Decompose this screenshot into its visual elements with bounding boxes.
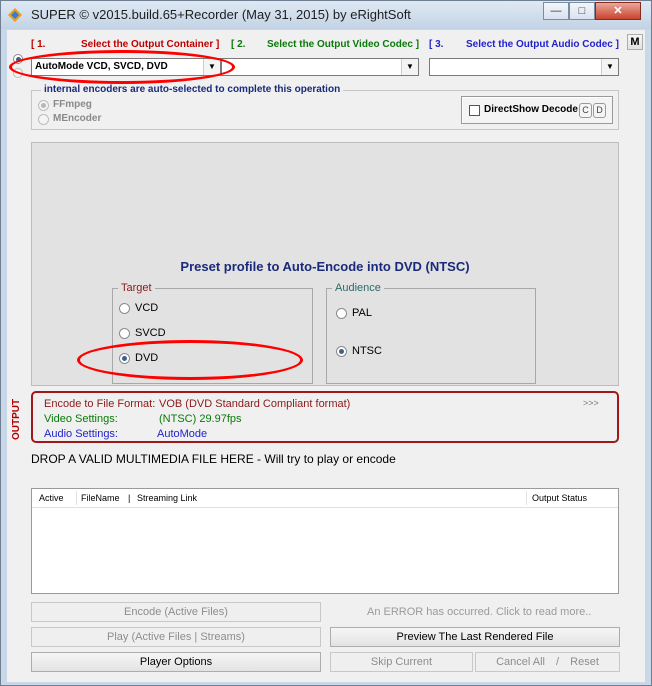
video-settings-value: (NTSC) 29.97fps: [159, 413, 242, 425]
ntsc-label: NTSC: [352, 345, 382, 357]
col-streaming-link[interactable]: Streaming Link: [137, 489, 197, 507]
window-title: SUPER © v2015.build.65+Recorder (May 31,…: [31, 7, 411, 22]
close-button[interactable]: ✕: [595, 2, 641, 20]
drop-hint: DROP A VALID MULTIMEDIA FILE HERE - Will…: [31, 452, 396, 466]
more-indicator[interactable]: >>>: [583, 398, 599, 408]
cancel-reset-button[interactable]: Cancel All / Reset: [475, 652, 620, 672]
directshow-panel: DirectShow Decode C D: [461, 96, 613, 124]
chevron-down-icon[interactable]: ▼: [601, 59, 618, 75]
audience-legend: Audience: [332, 282, 384, 294]
svcd-radio[interactable]: [119, 328, 130, 339]
pal-label: PAL: [352, 307, 372, 319]
step1-number: [ 1.: [31, 39, 46, 50]
cancel-reset-separator: /: [556, 656, 560, 668]
mencoder-label: MEncoder: [53, 113, 102, 124]
step3-label: Select the Output Audio Codec ]: [466, 39, 619, 50]
format-key: Encode to File Format:: [44, 398, 156, 410]
step2-label: Select the Output Video Codec ]: [267, 39, 420, 50]
title-bar[interactable]: SUPER © v2015.build.65+Recorder (May 31,…: [1, 1, 651, 29]
encoders-note: internal encoders are auto-selected to c…: [41, 84, 344, 95]
preset-title: Preset profile to Auto-Encode into DVD (…: [180, 259, 470, 274]
output-info-box[interactable]: Encode to File Format: VOB (DVD Standard…: [31, 391, 619, 443]
col-divider: [76, 491, 77, 505]
ntsc-radio[interactable]: [336, 346, 347, 357]
c-button[interactable]: C: [579, 103, 592, 118]
skip-current-button[interactable]: Skip Current: [330, 652, 473, 672]
player-options-button[interactable]: Player Options: [31, 652, 321, 672]
vcd-label: VCD: [135, 302, 159, 314]
directshow-label: DirectShow Decode: [484, 104, 578, 115]
directshow-checkbox[interactable]: [469, 105, 480, 116]
video-settings-key: Video Settings:: [44, 413, 118, 425]
dvd-radio[interactable]: [119, 353, 130, 364]
play-button[interactable]: Play (Active Files | Streams): [31, 627, 321, 647]
app-logo-icon: [8, 8, 22, 22]
audio-codec-select[interactable]: ▼: [429, 58, 619, 76]
app-window: SUPER © v2015.build.65+Recorder (May 31,…: [0, 0, 652, 686]
chevron-down-icon[interactable]: ▼: [203, 59, 220, 75]
step2-number: [ 2.: [231, 39, 246, 50]
container-select-value: AutoMode VCD, SVCD, DVD: [35, 61, 168, 72]
step3-number: [ 3.: [429, 39, 444, 50]
col-divider: [526, 491, 527, 505]
output-side-label: OUTPUT: [11, 398, 22, 440]
audio-settings-key: Audio Settings:: [44, 428, 118, 440]
mencoder-radio[interactable]: [38, 114, 49, 125]
chevron-down-icon[interactable]: ▼: [401, 59, 418, 75]
col-output-status[interactable]: Output Status: [532, 489, 587, 507]
reset-label[interactable]: Reset: [570, 656, 599, 668]
col-active[interactable]: Active: [39, 489, 64, 507]
main-panel: [ 1. Select the Output Container ] [ 2. …: [7, 30, 645, 682]
minimize-button[interactable]: —: [543, 2, 569, 20]
col-separator: |: [128, 493, 131, 503]
preset-panel: Preset profile to Auto-Encode into DVD (…: [31, 142, 619, 386]
ffmpeg-label: FFmpeg: [53, 99, 92, 110]
maximize-button[interactable]: □: [569, 2, 595, 20]
encode-button[interactable]: Encode (Active Files): [31, 602, 321, 622]
col-filename[interactable]: FileName: [81, 489, 120, 507]
file-list[interactable]: Active FileName | Streaming Link Output …: [31, 488, 619, 594]
cancel-all-label[interactable]: Cancel All: [496, 656, 545, 668]
step1-label: Select the Output Container ]: [81, 39, 220, 50]
video-codec-select[interactable]: ▼: [221, 58, 419, 76]
d-button[interactable]: D: [593, 103, 606, 118]
ffmpeg-radio[interactable]: [38, 100, 49, 111]
dvd-label: DVD: [135, 352, 159, 364]
target-legend: Target: [118, 282, 155, 294]
left-radio-1[interactable]: [13, 54, 23, 64]
vcd-radio[interactable]: [119, 303, 130, 314]
audio-settings-value: AutoMode: [157, 428, 208, 440]
m-button[interactable]: M: [627, 34, 643, 50]
pal-radio[interactable]: [336, 308, 347, 319]
format-value: VOB (DVD Standard Compliant format): [159, 398, 351, 410]
audience-group: [326, 288, 536, 384]
file-list-header: Active FileName | Streaming Link Output …: [32, 489, 618, 508]
svcd-label: SVCD: [135, 327, 166, 339]
container-select[interactable]: AutoMode VCD, SVCD, DVD ▼: [31, 58, 221, 76]
left-radio-2[interactable]: [13, 68, 23, 78]
error-link[interactable]: An ERROR has occurred. Click to read mor…: [367, 606, 591, 618]
preview-button[interactable]: Preview The Last Rendered File: [330, 627, 620, 647]
